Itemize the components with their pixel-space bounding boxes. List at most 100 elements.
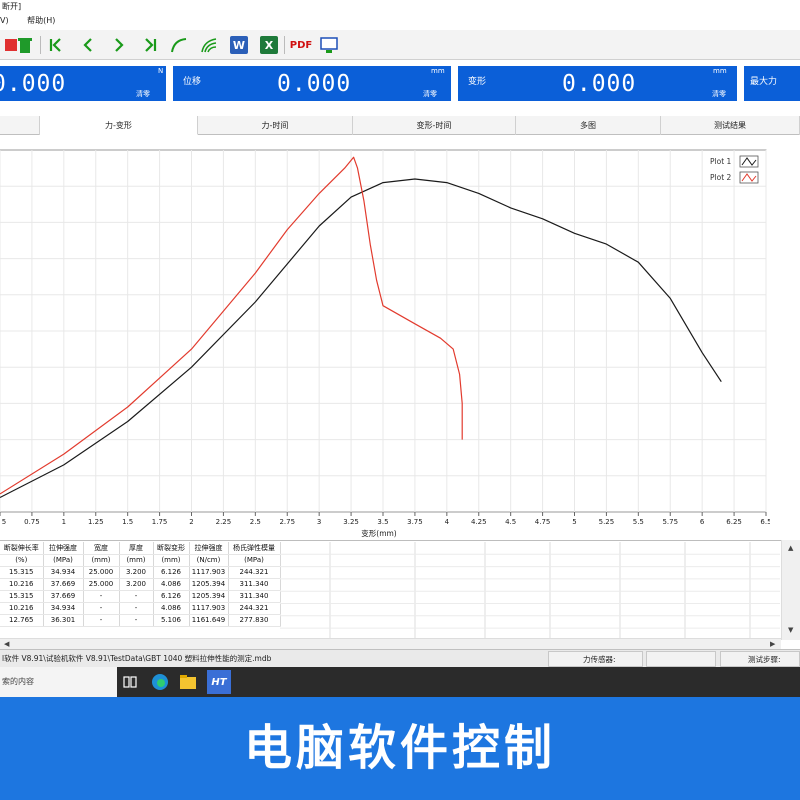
table-cell: 36.301 [43,614,84,627]
x-tick-label: 3.75 [407,518,423,526]
force-panel: 0.000 N 清零 [0,66,166,101]
table-row[interactable]: 12.765 36.301- -5.106 1161.649 277.830 [0,614,281,627]
previous-record-icon[interactable] [77,34,99,56]
x-tick-label: 1.75 [152,518,168,526]
x-tick-label: 2.25 [216,518,232,526]
menu-item-view[interactable]: V) [0,16,9,25]
column-header[interactable]: (mm) [153,554,190,567]
next-record-icon[interactable] [108,34,130,56]
x-tick-label: 5.5 [633,518,644,526]
column-header[interactable]: 拉伸强度 [189,542,229,555]
last-record-icon[interactable] [139,34,161,56]
table-scrollbar-horizontal[interactable]: ◀ ▶ [0,638,781,649]
table-cell: 3.200 [119,566,154,579]
column-header[interactable]: 拉伸强度 [43,542,84,555]
status-bar: l软件 V8.91\试验机软件 V8.91\TestData\GBT 1040 … [0,649,800,667]
table-row[interactable]: 10.216 34.934- -4.086 1117.903 244.321 [0,602,281,615]
deformation-value: 0.000 [562,71,637,97]
force-zero-button[interactable]: 清零 [136,89,150,99]
table-cell: 15.315 [0,566,44,579]
column-header[interactable]: 断裂伸长率 [0,542,44,555]
monitor-icon[interactable] [319,34,341,56]
force-value: 0.000 [0,71,67,97]
table-row[interactable]: 15.315 34.934 25.000 3.200 6.126 1117.903 244.… [0,566,281,579]
column-header[interactable]: 断裂变形 [153,542,190,555]
export-pdf-icon[interactable]: PDF [290,34,312,56]
table-scrollbar-vertical[interactable]: ▲ ▼ [781,540,800,640]
table-cell: 15.315 [0,590,44,603]
scroll-right-icon[interactable]: ▶ [770,640,775,648]
table-cell: 244.321 [228,566,281,579]
table-cell: 311.340 [228,590,281,603]
tab-blank[interactable] [0,116,40,135]
empty-grid [280,542,780,640]
task-view-icon[interactable] [120,672,140,692]
table-cell: 34.934 [43,566,84,579]
column-header[interactable]: 杨氏弹性模量 [228,542,281,555]
column-header[interactable]: (mm) [119,554,154,567]
x-tick-label: 5 [572,518,576,526]
table-row[interactable]: 15.315 37.669- -6.126 1205.394 311.340 [0,590,281,603]
scroll-up-icon[interactable]: ▲ [788,544,793,552]
legend-label: Plot 2 [710,173,732,182]
displacement-zero-button[interactable]: 清零 [423,89,437,99]
table-cell: 6.126 [153,566,190,579]
table-cell: - [119,602,154,615]
edge-browser-icon[interactable] [150,672,170,692]
table-cell: 25.000 [83,566,120,579]
export-word-icon[interactable]: W [230,36,248,54]
x-tick-label: 3.25 [343,518,359,526]
table-cell: 25.000 [83,578,120,591]
column-header[interactable]: 宽度 [83,542,120,555]
column-header[interactable]: 厚度 [119,542,154,555]
table-cell: - [119,614,154,627]
deformation-panel: 变形 0.000 mm 清零 [458,66,737,101]
table-cell: - [119,590,154,603]
table-cell: 1205.394 [189,590,229,603]
x-tick-label: 2.5 [250,518,261,526]
export-excel-icon[interactable]: X [260,36,278,54]
sensor-label: 力传感器: [583,655,616,664]
scroll-left-icon[interactable]: ◀ [4,640,9,648]
column-header[interactable]: (N/cm) [189,554,229,567]
column-header[interactable]: (mm) [83,554,120,567]
x-tick-label: 4.5 [505,518,516,526]
displacement-value: 0.000 [277,71,352,97]
x-tick-label: 5.75 [662,518,678,526]
x-tick-label: 6.25 [726,518,742,526]
legend-label: Plot 1 [710,157,732,166]
table-cell: 1161.649 [189,614,229,627]
curve-icon[interactable] [168,34,190,56]
x-tick-label: 3 [317,518,321,526]
results-table: 断裂伸长率 拉伸强度 宽度 厚度 断裂变形 拉伸强度 杨氏弹性模量 (%) (MPa) (mm)(… [0,542,281,627]
ht-app-icon[interactable]: HT [207,670,231,694]
displacement-unit: mm [431,67,445,75]
file-explorer-icon[interactable] [178,672,198,692]
tab-force-time[interactable]: 力-时间 [198,116,353,135]
tab-force-deformation[interactable]: 力-变形 [40,116,198,135]
table-cell: 1117.903 [189,602,229,615]
table-cell: 4.086 [153,578,190,591]
tab-test-results[interactable]: 测试结果 [661,116,800,135]
deformation-zero-button[interactable]: 清零 [712,89,726,99]
deformation-unit: mm [713,67,727,75]
menu-item-help[interactable]: 帮助(H) [27,16,55,25]
multi-curve-icon[interactable] [198,34,220,56]
table-cell: 34.934 [43,602,84,615]
taskbar-search-input[interactable]: 索的内容 [0,667,117,697]
step-label: 测试步骤: [748,655,781,664]
table-cell: 5.106 [153,614,190,627]
table-row[interactable]: 10.216 37.669 25.000 3.200 4.086 1205.394 311.… [0,578,281,591]
menu-bar: V) 帮助(H) [0,14,800,28]
delete-icon[interactable] [14,34,36,56]
first-record-icon[interactable] [45,34,67,56]
scroll-down-icon[interactable]: ▼ [788,626,793,634]
tab-deformation-time[interactable]: 变形-时间 [353,116,516,135]
table-cell: 6.126 [153,590,190,603]
tab-multi-chart[interactable]: 多图 [516,116,661,135]
column-header[interactable]: (MPa) [43,554,84,567]
toolbar: W X PDF [0,30,800,60]
column-header[interactable]: (%) [0,554,44,567]
column-header[interactable]: (MPa) [228,554,281,567]
table-cell: 244.321 [228,602,281,615]
